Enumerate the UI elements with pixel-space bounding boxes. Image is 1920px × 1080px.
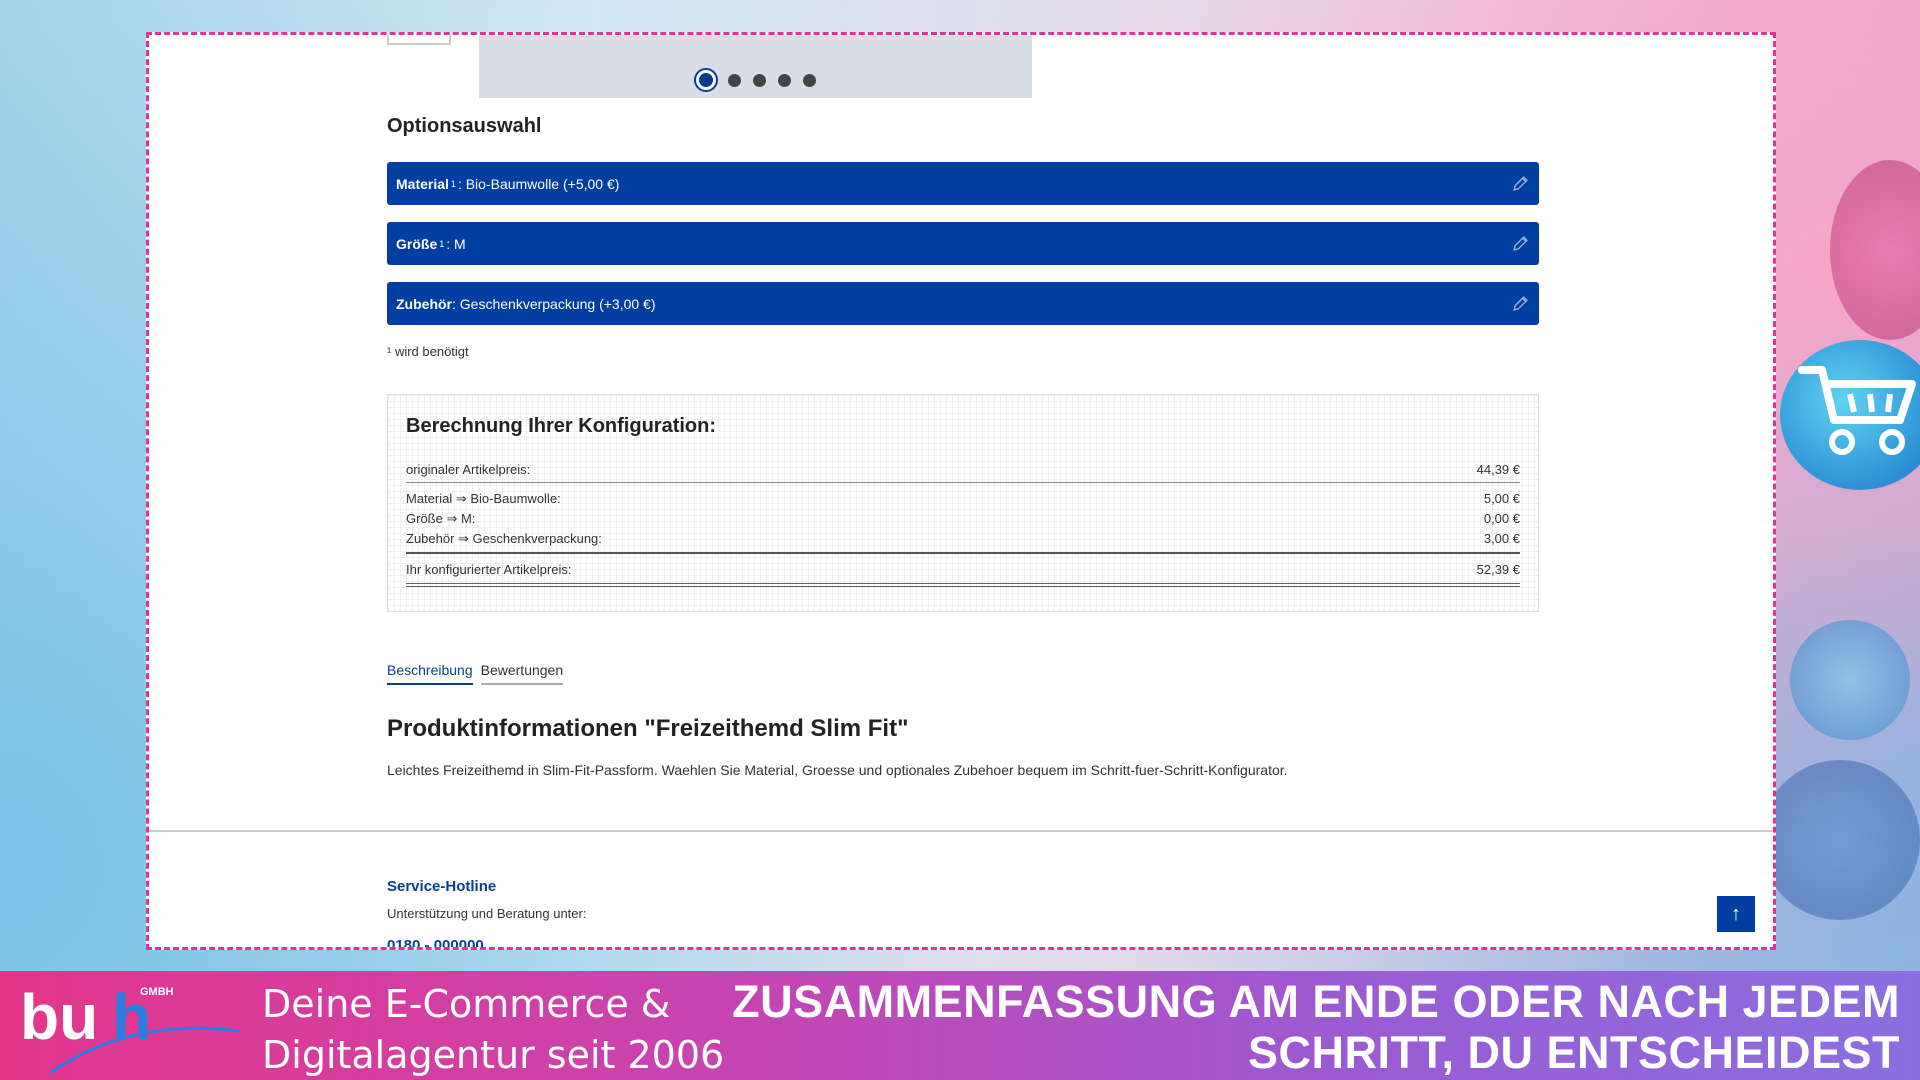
option-material[interactable]: Material 1: Bio-Baumwolle (+5,00 €) — [387, 162, 1539, 205]
image-carousel[interactable] — [479, 35, 1032, 98]
back-to-top-button[interactable]: ↑ — [1717, 896, 1755, 932]
thumbnail-stub[interactable] — [387, 35, 451, 45]
required-mark: 1 — [450, 178, 456, 189]
bottom-banner: bu h GMBH Deine E-Commerce & Digitalagen… — [0, 971, 1920, 1080]
headline-line: SCHRITT, DU ENTSCHEIDEST — [1247, 1027, 1900, 1078]
option-accessory[interactable]: Zubehör: Geschenkverpackung (+3,00 €) — [387, 282, 1539, 325]
pencil-icon[interactable] — [1512, 295, 1529, 312]
headline-line: ZUSAMMENFASSUNG AM ENDE ODER NACH JEDEM — [732, 976, 1900, 1027]
carousel-dot[interactable] — [777, 73, 791, 87]
divider — [406, 583, 1520, 587]
option-size[interactable]: Größe 1: M — [387, 222, 1539, 265]
carousel-dot[interactable] — [752, 73, 766, 87]
pencil-icon[interactable] — [1512, 235, 1529, 252]
calc-label: Material ⇒ Bio-Baumwolle: — [406, 491, 561, 506]
calc-value: 3,00 € — [1483, 531, 1520, 546]
hotline-subtitle: Unterstützung und Beratung unter: — [387, 906, 587, 921]
calc-value: 5,00 € — [1483, 491, 1520, 506]
calc-value: 0,00 € — [1483, 511, 1520, 526]
banner-tagline: Deine E-Commerce & Digitalagentur seit 2… — [262, 979, 724, 1080]
option-label: Größe — [396, 235, 438, 252]
carousel-dot[interactable] — [802, 73, 816, 87]
calc-row: Zubehör ⇒ Geschenkverpackung: 3,00 € — [406, 529, 1520, 549]
calc-label: Ihr konfigurierter Artikelpreis: — [406, 562, 572, 577]
divider — [406, 482, 1520, 483]
calc-label: Zubehör ⇒ Geschenkverpackung: — [406, 531, 602, 546]
svg-text:bu: bu — [20, 981, 98, 1053]
calc-label: Größe ⇒ M: — [406, 511, 476, 526]
calc-row: Größe ⇒ M: 0,00 € — [406, 509, 1520, 529]
calc-row-total: Ihr konfigurierter Artikelpreis: 52,39 € — [406, 560, 1520, 580]
calculation-title: Berechnung Ihrer Konfiguration: — [406, 415, 716, 437]
decorative-orb — [1760, 760, 1920, 920]
company-logo: bu h GMBH — [20, 981, 241, 1075]
decorative-orb — [1830, 160, 1920, 340]
shopping-cart-icon — [1780, 340, 1920, 490]
product-info-title: Produktinformationen "Freizeithemd Slim … — [387, 715, 909, 742]
option-value: : M — [446, 235, 466, 252]
configuration-calculation: Berechnung Ihrer Konfiguration: original… — [387, 394, 1539, 612]
tagline-line: Digitalagentur seit 2006 — [262, 1033, 725, 1077]
product-tabs: Beschreibung Bewertungen — [387, 662, 564, 685]
screenshot-frame: Optionsauswahl Material 1: Bio-Baumwolle … — [146, 32, 1776, 950]
carousel-dots — [479, 70, 1032, 90]
banner-headline: ZUSAMMENFASSUNG AM ENDE ODER NACH JEDEM … — [732, 976, 1900, 1078]
divider — [406, 552, 1520, 554]
calc-label: originaler Artikelpreis: — [406, 462, 531, 477]
required-mark: 1 — [439, 238, 445, 249]
hotline-number-link[interactable]: 0180 - 000000 — [387, 937, 484, 947]
required-footnote: ¹ wird benötigt — [387, 344, 469, 359]
product-description: Leichtes Freizeithemd in Slim-Fit-Passfo… — [387, 762, 1288, 778]
option-value: : Bio-Baumwolle (+5,00 €) — [457, 175, 620, 192]
options-title: Optionsauswahl — [387, 115, 542, 137]
footer-divider — [149, 830, 1773, 832]
pencil-icon[interactable] — [1512, 175, 1529, 192]
carousel-dot[interactable] — [727, 73, 741, 87]
calc-row: Material ⇒ Bio-Baumwolle: 5,00 € — [406, 489, 1520, 509]
tagline-line: Deine E-Commerce & — [262, 982, 671, 1026]
svg-text:GMBH: GMBH — [140, 986, 174, 998]
hotline-title: Service-Hotline — [387, 878, 497, 895]
tab-reviews[interactable]: Bewertungen — [480, 662, 564, 685]
arrow-up-icon: ↑ — [1731, 903, 1741, 925]
decorative-orb — [1790, 620, 1910, 740]
tab-description[interactable]: Beschreibung — [387, 662, 473, 685]
option-label: Zubehör — [396, 295, 452, 312]
option-label: Material — [396, 175, 449, 192]
carousel-dot[interactable] — [695, 70, 716, 90]
calc-value: 44,39 € — [1476, 462, 1520, 477]
option-value: : Geschenkverpackung (+3,00 €) — [452, 295, 656, 312]
calc-value: 52,39 € — [1476, 562, 1520, 577]
calc-row-original: originaler Artikelpreis: 44,39 € — [406, 460, 1520, 480]
